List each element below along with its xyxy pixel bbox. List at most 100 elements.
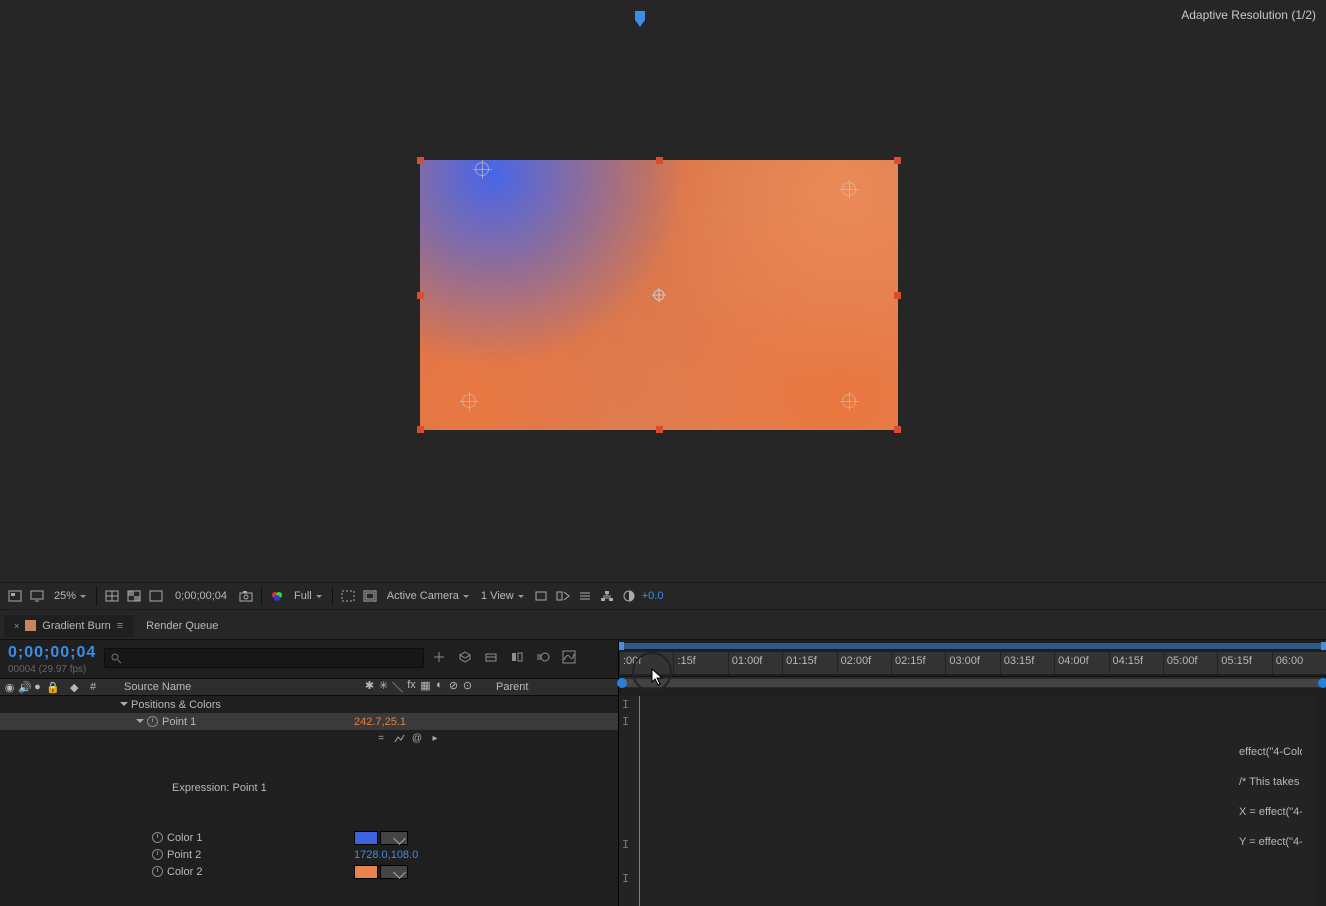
frame-info: 00004 (29.97 fps) [8,664,86,675]
label-column-icon[interactable]: ◆ [70,682,78,694]
transform-handle[interactable] [894,292,901,299]
video-toggle-icon[interactable]: ◉ [4,681,15,694]
flowchart-icon[interactable] [598,588,616,604]
zoom-dropdown[interactable]: 25% [50,590,90,602]
color-point-handle[interactable] [462,394,476,408]
resolution-dropdown[interactable]: Full [290,590,326,602]
close-icon[interactable]: × [14,621,19,631]
color-point-handle[interactable] [842,182,856,196]
mask-toggle-icon[interactable] [147,588,165,604]
tab-label: Render Queue [146,620,218,632]
expression-controls-row: = @ ▸ [0,730,618,747]
adaptive-resolution-label: Adaptive Resolution (1/2) [1181,8,1316,22]
switch-icon[interactable]: ✱ [364,679,375,695]
color-point-handle[interactable] [842,394,856,408]
comp-mini-flowchart-icon[interactable] [430,648,448,666]
panel-menu-icon[interactable]: ≡ [117,620,124,632]
color-swatch[interactable] [354,831,378,845]
time-navigator [619,676,1326,688]
switch-icon[interactable]: fx [406,679,417,695]
roi-icon[interactable] [339,588,357,604]
transform-handle[interactable] [894,426,901,433]
magnify-menu-icon[interactable] [6,588,24,604]
anchor-point-icon[interactable] [652,288,666,302]
index-column[interactable]: # [86,681,118,693]
tab-gradient-burn[interactable]: × Gradient Burn ≡ [4,615,134,637]
solo-toggle-icon[interactable]: ● [32,681,43,693]
color-swatch[interactable] [354,865,378,879]
work-area-handle[interactable] [621,643,1324,649]
grid-guides-icon[interactable] [361,588,379,604]
exposure-reset-icon[interactable] [620,588,638,604]
monitor-icon[interactable] [28,588,46,604]
transform-handle[interactable] [417,426,424,433]
switch-icon[interactable]: ⊘ [448,679,459,695]
track-area[interactable]: I I effect("4-Color Gradient")("Point 1"… [618,696,1316,906]
draft3d-icon[interactable] [456,648,474,666]
transparency-grid-icon[interactable] [125,588,143,604]
canvas-frame[interactable] [420,160,898,430]
stopwatch-icon[interactable] [152,832,163,843]
switch-icon[interactable]: ▦ [420,679,431,695]
view-dropdown[interactable]: 1 View [477,590,528,602]
switch-icon[interactable]: ◐ [434,679,445,695]
transform-handle[interactable] [894,157,901,164]
switch-icon[interactable]: ＼ [392,679,403,695]
expression-pickwhip-icon[interactable]: @ [410,732,424,746]
frame-blend-icon[interactable] [508,648,526,666]
source-name-column[interactable]: Source Name [118,681,360,693]
expression-language-icon[interactable]: ▸ [428,732,442,746]
pixel-aspect-icon[interactable] [532,588,550,604]
transform-handle[interactable] [656,157,663,164]
tab-render-queue[interactable]: Render Queue [136,615,228,637]
lock-toggle-icon[interactable]: 🔒 [46,681,57,694]
stopwatch-icon[interactable] [152,866,163,877]
exposure-value[interactable]: +0.0 [642,590,664,602]
parent-column[interactable]: Parent [488,681,618,693]
channel-icon[interactable] [268,588,286,604]
search-icon [111,653,122,664]
ibeam-icon: I [622,715,629,729]
transform-handle[interactable] [417,292,424,299]
comp-color-swatch [25,620,36,631]
eyedropper-icon[interactable] [380,831,408,845]
stopwatch-icon[interactable] [152,849,163,860]
switch-icon[interactable]: ⊙ [462,679,473,695]
motion-blur-icon[interactable] [534,648,552,666]
timeline-panel-tabs: × Gradient Burn ≡ Render Queue [0,612,1326,640]
transform-handle[interactable] [656,426,663,433]
time-navigator-thumb[interactable] [619,679,1326,687]
playhead-indicator[interactable] [634,10,646,28]
current-time-display[interactable]: 0;00;00;04 [169,590,233,602]
time-ruler[interactable]: :00f :15f 01:00f 01:15f 02:00f 02:15f 03… [619,652,1326,674]
property-row-point2[interactable]: Point 2 1728.0,108.0 [0,846,618,863]
expression-label-row: Expression: Point 1 [0,747,618,829]
snapshot-icon[interactable] [237,588,255,604]
property-row-point1[interactable]: Point 1 242.7,25.1 [0,713,618,730]
transform-handle[interactable] [417,157,424,164]
eyedropper-icon[interactable] [380,865,408,879]
property-row-color2[interactable]: Color 2 [0,863,618,880]
fast-preview-icon[interactable] [554,588,572,604]
camera-dropdown[interactable]: Active Camera [383,590,473,602]
property-row-color1[interactable]: Color 1 [0,829,618,846]
hide-shy-icon[interactable] [482,648,500,666]
layer-search-input[interactable] [104,648,424,668]
composition-preview: Adaptive Resolution (1/2) [0,0,1326,582]
graph-editor-icon[interactable] [560,648,578,666]
property-value[interactable]: 242.7,25.1 [354,716,434,728]
property-value[interactable]: 1728.0,108.0 [354,849,434,861]
audio-toggle-icon[interactable]: 🔊 [18,681,29,694]
ibeam-icon: I [622,698,629,712]
property-group-row[interactable]: Positions & Colors [0,696,618,713]
timeline-icon[interactable] [576,588,594,604]
playhead-line [639,696,640,906]
property-rows: Positions & Colors Point 1 242.7,25.1 = … [0,696,618,880]
current-timecode[interactable]: 0;00;00;04 [8,644,96,662]
switch-icon[interactable]: ✳ [378,679,389,695]
resolution-icon[interactable] [103,588,121,604]
color-point-handle[interactable] [475,162,489,176]
expression-graph-icon[interactable] [392,732,406,746]
expression-enable-icon[interactable]: = [374,732,388,746]
stopwatch-icon[interactable] [147,716,158,727]
